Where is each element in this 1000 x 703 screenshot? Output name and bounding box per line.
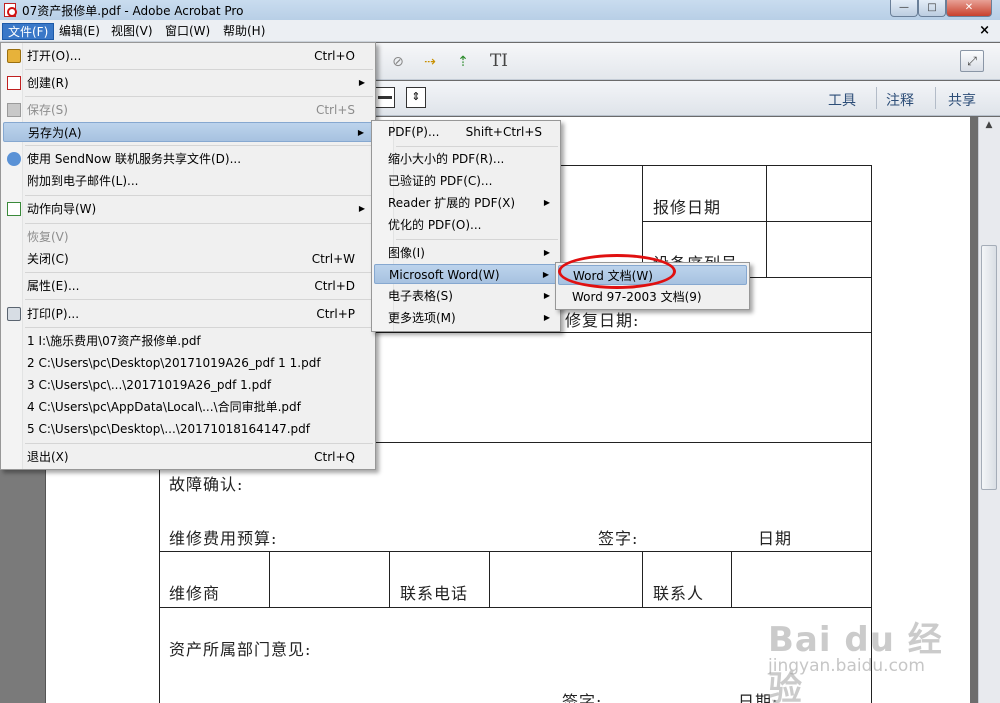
- menu-item-more-options[interactable]: 更多选项(M) ▶: [374, 308, 558, 328]
- submenu-arrow-icon: ▶: [543, 291, 550, 300]
- menu-item-recent-file[interactable]: 3 C:\Users\pc\...\20171019A26_pdf 1.pdf: [3, 375, 373, 395]
- create-pdf-icon: [7, 76, 21, 90]
- form-date-label: 日期:: [738, 692, 779, 703]
- maximize-button[interactable]: □: [918, 0, 946, 17]
- menu-file[interactable]: 文件(F): [2, 23, 55, 40]
- menu-item-save-as[interactable]: 另存为(A) ▶: [3, 122, 373, 142]
- form-phone-label: 联系电话: [400, 584, 469, 603]
- menu-item-recent-file[interactable]: 4 C:\Users\pc\AppData\Local\...\合同审批单.pd…: [3, 397, 373, 417]
- form-vendor-label: 维修商: [169, 584, 221, 603]
- close-window-button[interactable]: ✕: [946, 0, 992, 17]
- menu-item-recent-file[interactable]: 2 C:\Users\pc\Desktop\20171019A26_pdf 1 …: [3, 353, 373, 373]
- fit-width-icon[interactable]: ⇕: [406, 87, 426, 108]
- acrobat-app-icon: [4, 3, 17, 17]
- menu-edit[interactable]: 编辑(E): [54, 23, 105, 40]
- submenu-arrow-icon: ▶: [358, 78, 365, 87]
- close-icon: ✕: [964, 2, 974, 13]
- form-repair-date-label: 报修日期: [653, 198, 722, 217]
- menu-item-print[interactable]: 打印(P)... Ctrl+P: [3, 304, 373, 324]
- pages-icon[interactable]: ⊘: [388, 52, 408, 72]
- action-wizard-icon: [7, 202, 21, 216]
- submenu-arrow-icon: ▶: [542, 270, 549, 279]
- menu-item-recent-file[interactable]: 1 I:\施乐费用\07资产报修单.pdf: [3, 331, 373, 351]
- menu-item-revert[interactable]: 恢复(V): [3, 227, 373, 247]
- expand-icon[interactable]: ⤢: [960, 50, 984, 72]
- sendnow-globe-icon: [7, 152, 21, 166]
- form-dept-opinion-label: 资产所属部门意见:: [169, 640, 312, 659]
- upload-icon[interactable]: ⇡: [453, 52, 473, 72]
- menu-item-close[interactable]: 关闭(C) Ctrl+W: [3, 249, 373, 269]
- title-bar: 07资产报修单.pdf - Adobe Acrobat Pro — □ ✕: [0, 0, 1000, 20]
- save-as-submenu: PDF(P)... Shift+Ctrl+S 缩小大小的 PDF(R)... 已…: [371, 120, 561, 332]
- menu-item-microsoft-word[interactable]: Microsoft Word(W) ▶: [374, 264, 558, 284]
- menu-item-word-97-2003[interactable]: Word 97-2003 文档(9): [558, 287, 747, 307]
- form-fault-confirm-label: 故障确认:: [169, 475, 244, 494]
- document-close-icon[interactable]: ×: [979, 23, 990, 38]
- menu-item-reader-extended-pdf[interactable]: Reader 扩展的 PDF(X) ▶: [374, 193, 558, 213]
- submenu-arrow-icon: ▶: [357, 128, 364, 137]
- submenu-arrow-icon: ▶: [543, 248, 550, 257]
- scroll-up-icon[interactable]: ▲: [981, 120, 997, 136]
- fit-page-icon[interactable]: [375, 87, 395, 108]
- minimize-icon: —: [899, 2, 909, 13]
- file-menu: 打开(O)... Ctrl+O 创建(R) ▶ 保存(S) Ctrl+S 另存为…: [0, 42, 376, 470]
- menu-item-image[interactable]: 图像(I) ▶: [374, 243, 558, 263]
- menu-item-exit[interactable]: 退出(X) Ctrl+Q: [3, 447, 373, 467]
- form-date-label: 日期: [758, 529, 793, 548]
- menu-help[interactable]: 帮助(H): [218, 23, 270, 40]
- share-pane-link[interactable]: 共享: [948, 90, 976, 110]
- printer-icon: [7, 307, 21, 321]
- menu-item-save-pdf[interactable]: PDF(P)... Shift+Ctrl+S: [374, 122, 558, 142]
- form-budget-label: 维修费用预算:: [169, 529, 278, 548]
- minimize-button[interactable]: —: [890, 0, 918, 17]
- tools-pane-link[interactable]: 工具: [828, 90, 856, 110]
- menu-item-properties[interactable]: 属性(E)... Ctrl+D: [3, 276, 373, 296]
- menu-bar: 文件(F) 编辑(E) 视图(V) 窗口(W) 帮助(H): [0, 20, 1000, 42]
- toolbar-separator: [935, 87, 936, 109]
- form-contact-label: 联系人: [653, 584, 705, 603]
- menu-item-attach-email[interactable]: 附加到电子邮件(L)...: [3, 171, 373, 191]
- toolbar-separator: [876, 87, 877, 109]
- submenu-arrow-icon: ▶: [543, 198, 550, 207]
- window-title: 07资产报修单.pdf - Adobe Acrobat Pro: [22, 4, 244, 18]
- maximize-icon: □: [927, 2, 937, 13]
- form-sign-label: 签字:: [562, 692, 603, 703]
- text-tool-icon[interactable]: TI: [485, 51, 513, 71]
- scrollbar-thumb[interactable]: [981, 245, 997, 490]
- menu-item-create[interactable]: 创建(R) ▶: [3, 73, 373, 93]
- menu-item-action-wizard[interactable]: 动作向导(W) ▶: [3, 199, 373, 219]
- menu-view[interactable]: 视图(V): [106, 23, 158, 40]
- open-folder-icon: [7, 49, 21, 63]
- menu-item-optimized-pdf[interactable]: 优化的 PDF(O)...: [374, 215, 558, 235]
- comment-pane-link[interactable]: 注释: [886, 90, 914, 110]
- menu-window[interactable]: 窗口(W): [160, 23, 215, 40]
- export-icon[interactable]: ⇢: [420, 52, 440, 72]
- submenu-arrow-icon: ▶: [543, 313, 550, 322]
- menu-item-save[interactable]: 保存(S) Ctrl+S: [3, 100, 373, 120]
- menu-item-open[interactable]: 打开(O)... Ctrl+O: [3, 46, 373, 66]
- menu-item-certified-pdf[interactable]: 已验证的 PDF(C)...: [374, 171, 558, 191]
- save-icon: [7, 103, 21, 117]
- form-sign-label: 签字:: [598, 529, 639, 548]
- form-repair-done-date-label: 修复日期:: [565, 311, 640, 330]
- menu-item-spreadsheet[interactable]: 电子表格(S) ▶: [374, 286, 558, 306]
- annotation-highlight-circle: [558, 254, 676, 289]
- menu-item-reduced-pdf[interactable]: 缩小大小的 PDF(R)...: [374, 149, 558, 169]
- submenu-arrow-icon: ▶: [358, 204, 365, 213]
- menu-item-recent-file[interactable]: 5 C:\Users\pc\Desktop\...\20171018164147…: [3, 419, 373, 439]
- menu-item-sendnow[interactable]: 使用 SendNow 联机服务共享文件(D)...: [3, 149, 373, 169]
